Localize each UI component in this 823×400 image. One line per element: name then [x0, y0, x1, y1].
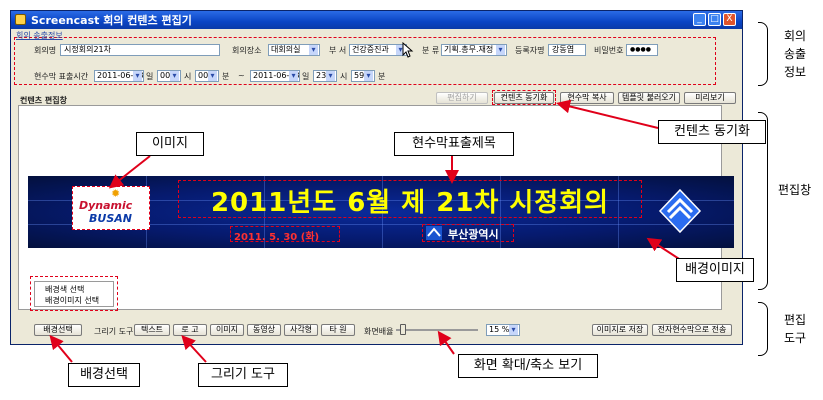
arrow-draw-tools — [181, 335, 207, 363]
callout-zoom: 화면 확대/축소 보기 — [458, 354, 598, 378]
arrow-sync — [556, 99, 659, 129]
callout-draw-tools: 그리기 도구 — [198, 363, 288, 387]
brace-editor — [758, 112, 768, 290]
callout-sync: 컨텐츠 동기화 — [658, 120, 766, 144]
annotation-arrows — [49, 99, 691, 363]
side-label-editor: 편집창 — [778, 183, 812, 197]
side-label-tools-1: 편집 — [784, 313, 807, 327]
side-label-tools-2: 도구 — [784, 331, 807, 345]
side-label-meeting-info-3: 정보 — [784, 65, 807, 79]
side-label-meeting-info-1: 회의 — [784, 29, 807, 43]
callout-banner-title: 현수막표출제목 — [394, 132, 514, 156]
arrow-background-select — [49, 334, 73, 363]
callout-background-image: 배경이미지 — [676, 258, 754, 282]
arrow-zoom — [437, 330, 455, 355]
brace-meeting-info — [758, 22, 768, 86]
arrow-image — [108, 155, 151, 189]
brace-tools — [758, 302, 768, 356]
side-label-meeting-info-2: 송출 — [784, 47, 807, 61]
callout-image: 이미지 — [136, 132, 204, 156]
callout-background-select: 배경선택 — [68, 363, 140, 387]
